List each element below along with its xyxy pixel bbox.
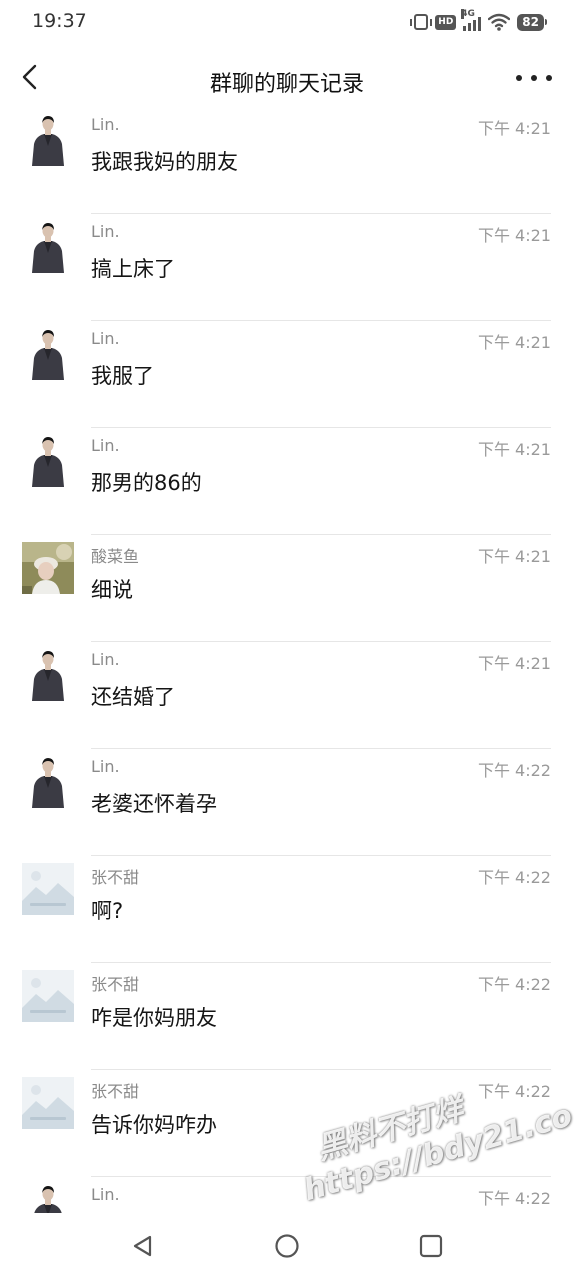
cellular-signal-icon: 4G — [461, 9, 482, 31]
message-row[interactable]: Lin. 下午 4:21 还结婚了 — [0, 642, 574, 749]
message-time: 下午 4:22 — [477, 868, 551, 887]
message-time: 下午 4:21 — [477, 654, 551, 673]
message-row[interactable]: 张不甜 下午 4:22 咋是你妈朋友 — [0, 963, 574, 1070]
sender-name: Lin. — [91, 222, 120, 241]
message-time: 下午 4:22 — [477, 1082, 551, 1101]
sender-name: 张不甜 — [91, 868, 140, 887]
message-text: 老婆还怀着孕 — [91, 792, 217, 816]
message-time: 下午 4:21 — [477, 440, 551, 459]
sender-name: 酸菜鱼 — [91, 547, 140, 566]
avatar[interactable] — [22, 221, 74, 273]
status-icons: HD 4G 82 — [410, 9, 547, 32]
avatar[interactable] — [22, 114, 74, 166]
page-title: 群聊的聊天记录 — [209, 72, 364, 97]
avatar[interactable] — [22, 435, 74, 487]
message-text: 我服了 — [91, 364, 154, 388]
system-navigation-bar — [0, 1213, 574, 1280]
chat-history-list[interactable]: Lin. 下午 4:21 我跟我妈的朋友 Lin. 下午 4:21 搞上床了 Lin. 下午 … — [0, 107, 574, 1213]
message-row[interactable]: Lin. 下午 4:21 搞上床了 — [0, 214, 574, 321]
sender-name: Lin. — [91, 757, 120, 776]
message-time: 下午 4:21 — [477, 333, 551, 352]
sender-name: 张不甜 — [91, 1082, 140, 1101]
message-row[interactable]: Lin. 下午 4:21 那男的86的 — [0, 428, 574, 535]
avatar[interactable] — [22, 542, 74, 594]
avatar[interactable] — [22, 649, 74, 701]
avatar[interactable] — [22, 863, 74, 915]
message-text: 告诉你妈咋办 — [91, 1113, 217, 1137]
message-row[interactable]: 张不甜 下午 4:22 告诉你妈咋办 — [0, 1070, 574, 1177]
system-home-button[interactable] — [274, 1233, 300, 1259]
sender-name: Lin. — [91, 436, 120, 455]
sender-name: Lin. — [91, 650, 120, 669]
message-row[interactable]: Lin. 下午 4:22 老婆还怀着孕 — [0, 749, 574, 856]
status-bar: 19:37 HD 4G 82 — [0, 0, 574, 44]
message-text: 搞上床了 — [91, 257, 175, 281]
message-row[interactable]: 酸菜鱼 下午 4:21 细说 — [0, 535, 574, 642]
hd-icon: HD — [435, 14, 457, 30]
battery-indicator: 82 — [517, 13, 547, 31]
message-row[interactable]: 张不甜 下午 4:22 啊? — [0, 856, 574, 963]
sender-name: 张不甜 — [91, 975, 140, 994]
message-time: 下午 4:22 — [477, 975, 551, 994]
network-type-label: 4G — [461, 9, 475, 19]
avatar[interactable] — [22, 756, 74, 808]
more-options-button[interactable] — [516, 70, 552, 86]
message-text: 那男的86的 — [91, 471, 202, 495]
message-text: 啊? — [91, 899, 124, 923]
more-dots-icon — [516, 75, 522, 81]
message-text: 咋是你妈朋友 — [91, 1006, 217, 1030]
system-recents-button[interactable] — [418, 1233, 444, 1259]
message-row[interactable]: Lin. 下午 4:21 我服了 — [0, 321, 574, 428]
wifi-icon — [488, 13, 511, 31]
avatar[interactable] — [22, 970, 74, 1022]
message-text: 我跟我妈的朋友 — [91, 150, 238, 174]
avatar[interactable] — [22, 1184, 74, 1213]
message-time: 下午 4:21 — [477, 226, 551, 245]
message-row[interactable]: Lin. 下午 4:22 — [0, 1177, 574, 1213]
avatar[interactable] — [22, 1077, 74, 1129]
message-text: 还结婚了 — [91, 685, 175, 709]
sender-name: Lin. — [91, 1185, 120, 1204]
message-time: 下午 4:21 — [477, 547, 551, 566]
status-time: 19:37 — [32, 10, 87, 32]
sender-name: Lin. — [91, 115, 120, 134]
avatar[interactable] — [22, 328, 74, 380]
vibrate-icon — [410, 14, 433, 30]
message-row[interactable]: Lin. 下午 4:21 我跟我妈的朋友 — [0, 107, 574, 214]
message-time: 下午 4:22 — [477, 761, 551, 780]
message-text: 细说 — [91, 578, 133, 602]
system-back-button[interactable] — [130, 1233, 156, 1259]
header-bar: 群聊的聊天记录 — [0, 44, 574, 116]
message-time: 下午 4:22 — [477, 1189, 551, 1208]
message-time: 下午 4:21 — [477, 119, 551, 138]
sender-name: Lin. — [91, 329, 120, 348]
